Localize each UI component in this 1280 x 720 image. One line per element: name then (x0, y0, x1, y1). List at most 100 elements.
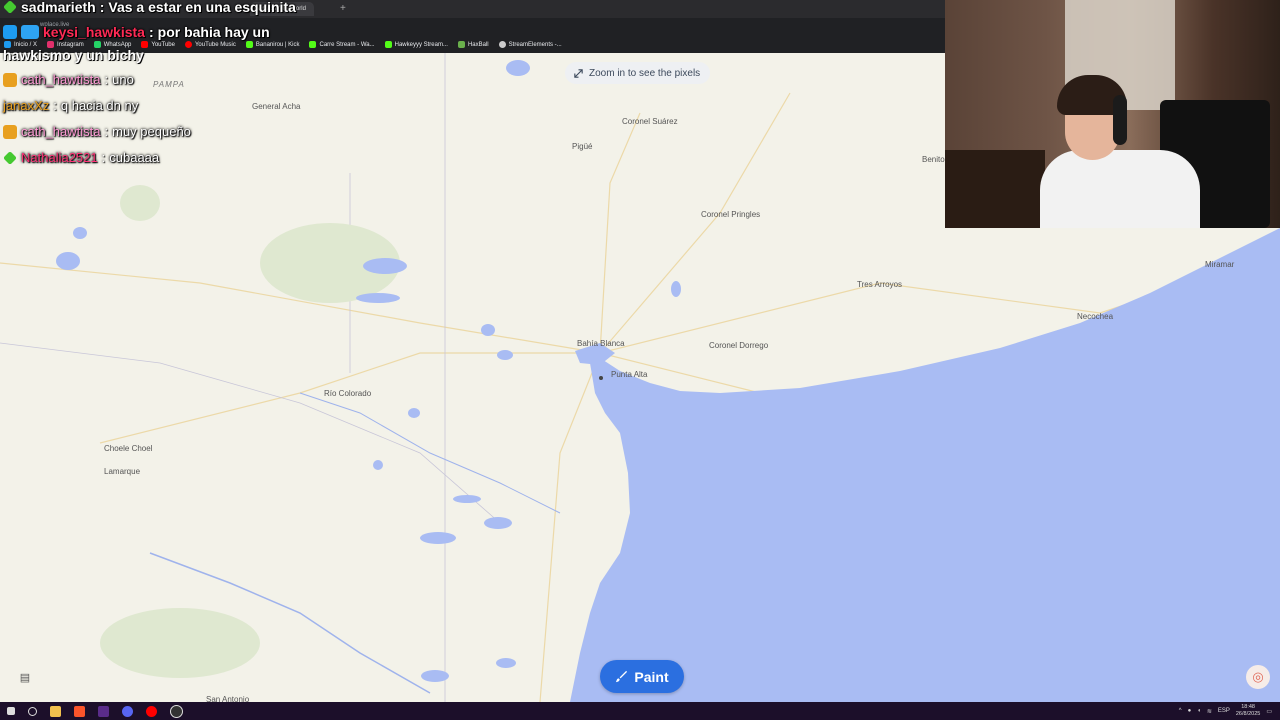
chat-message: sadmarieth: Vas a estar en una esquinita (3, 0, 296, 15)
chat-text: muy pequeño (112, 124, 191, 139)
obs-icon[interactable] (170, 704, 183, 718)
chat-separator: : (101, 150, 106, 165)
layers-icon: ▤ (19, 671, 31, 684)
zoom-in-icon (574, 68, 583, 78)
bookmark-label: YouTube (151, 41, 175, 48)
twitter-badge-icon (3, 25, 17, 39)
brush-icon (616, 670, 628, 683)
clock[interactable]: 18:48 26/8/2025 (1236, 704, 1260, 718)
place-general-acha: General Acha (252, 102, 301, 111)
youtube-music-icon (184, 41, 192, 48)
subscriber-badge-icon (3, 124, 17, 139)
chat-message: janaxXz: q hacia dn ny (3, 98, 138, 113)
chat-message: cath_hawtista: uno (3, 72, 134, 87)
bookmark-label: StreamElements -... (508, 41, 562, 48)
chat-separator: : (53, 98, 57, 113)
chat-text: q hacia dn ny (60, 98, 139, 113)
place-tres-arroyos: Tres Arroyos (857, 280, 903, 289)
place-coronel-pringles: Coronel Pringles (701, 210, 761, 219)
youtube-icon[interactable] (146, 705, 157, 717)
microphone-icon[interactable]: ● (1188, 708, 1192, 714)
zoom-hint-text: Zoom in to see the pixels (589, 67, 701, 79)
chat-message: keysi_hawkista: por bahia hay un (3, 24, 270, 40)
target-icon: ◎ (1252, 669, 1264, 684)
clock-date: 26/8/2025 (1235, 711, 1261, 717)
chat-separator: : (104, 124, 109, 139)
bookmark-youtube[interactable]: YouTube (141, 41, 175, 48)
bookmark-haxball[interactable]: HaxBall (457, 41, 489, 48)
place-coronel-dorrego: Coronel Dorrego (709, 341, 769, 350)
place-pigue: Pigüé (572, 142, 593, 151)
app-icon[interactable] (98, 705, 109, 717)
region-label: PAMPA (153, 80, 185, 89)
bookmark-kick-bananirou[interactable]: Bananirou | Kick (245, 41, 300, 48)
streamelements-icon (498, 41, 506, 48)
bookmark-label: YouTube Music (194, 41, 236, 48)
headset-icon (1113, 95, 1127, 145)
bookmark-label: Carre Stream - Wa... (319, 41, 375, 48)
bookmark-label: Bananirou | Kick (255, 41, 300, 48)
locate-button[interactable]: ◎ (1246, 665, 1270, 689)
chat-username: keysi_hawkista (43, 24, 145, 40)
webcam-streamer-shirt (1040, 150, 1200, 228)
subscriber-badge-icon (3, 0, 17, 14)
kick-icon (309, 41, 317, 48)
layers-button[interactable]: ▤ (14, 666, 36, 688)
chat-message: Nathalia2521: cubaaaa (3, 150, 159, 165)
chat-text: por bahia hay un (157, 24, 270, 40)
place-rio-colorado: Río Colorado (324, 389, 372, 398)
bookmark-label: HaxBall (467, 41, 489, 48)
brave-browser-icon[interactable] (74, 705, 85, 717)
place-bahia-blanca: Bahía Blanca (577, 339, 625, 348)
system-tray: ^ ● ◖ ≋ ESP 18:48 26/8/2025 ▭ (1179, 702, 1272, 720)
bookmark-streamelements[interactable]: StreamElements -... (498, 41, 562, 48)
wifi-icon[interactable]: ≋ (1207, 708, 1212, 715)
chat-separator: : (99, 0, 105, 15)
vip-badge-icon (21, 25, 39, 39)
bookmark-youtube-music[interactable]: YouTube Music (184, 41, 236, 48)
chat-username: Nathalia2521 (21, 150, 98, 165)
chat-username: janaxXz (3, 98, 50, 113)
new-tab-button[interactable]: + (340, 2, 346, 16)
chat-text: Vas a estar en una esquinita (108, 0, 296, 15)
webcam-overlay (945, 0, 1280, 228)
kick-icon (384, 41, 392, 48)
windows-start-icon[interactable] (7, 707, 15, 715)
place-coronel-suarez: Coronel Suárez (622, 117, 678, 126)
file-explorer-icon[interactable] (50, 705, 61, 717)
bookmark-carre-stream[interactable]: Carre Stream - Wa... (309, 41, 375, 48)
search-icon[interactable] (28, 706, 37, 716)
kick-icon (245, 41, 253, 48)
zoom-hint-pill[interactable]: Zoom in to see the pixels (565, 62, 711, 84)
paint-button-label: Paint (634, 668, 669, 685)
webcam-furniture (945, 150, 1045, 228)
subscriber-badge-icon (3, 150, 17, 165)
chevron-up-icon[interactable]: ^ (1179, 708, 1182, 714)
discord-icon[interactable] (122, 705, 133, 717)
place-lamarque: Lamarque (104, 467, 141, 476)
language-indicator[interactable]: ESP (1218, 708, 1230, 714)
chat-separator: : (104, 72, 109, 87)
volume-icon[interactable]: ◖ (1197, 708, 1201, 714)
place-necochea: Necochea (1077, 312, 1114, 321)
place-miramar: Miramar (1205, 260, 1235, 269)
taskbar: ^ ● ◖ ≋ ESP 18:48 26/8/2025 ▭ (0, 702, 1280, 720)
notifications-icon[interactable]: ▭ (1266, 708, 1272, 715)
clock-time: 18:48 (1241, 704, 1255, 710)
place-punta-alta: Punta Alta (611, 370, 648, 379)
chat-username: cath_hawtista (21, 72, 101, 87)
chat-text: uno (112, 72, 134, 87)
subscriber-badge-icon (3, 72, 17, 87)
chat-text: cubaaaa (109, 150, 160, 165)
paint-button[interactable]: Paint (600, 660, 684, 693)
chat-username: sadmarieth (21, 0, 96, 15)
chat-separator: : (148, 24, 154, 40)
bookmark-label: Hawkeyyy Stream... (394, 41, 448, 48)
place-benito: Benito (922, 155, 945, 164)
chat-text-wrapped: hawkismo y un bichy (3, 47, 144, 63)
place-choele-choel: Choele Choel (104, 444, 153, 453)
haxball-icon (457, 41, 465, 48)
chat-message: cath_hawtista: muy pequeño (3, 124, 191, 139)
bookmark-hawkeyyy-stream[interactable]: Hawkeyyy Stream... (384, 41, 448, 48)
chat-username: cath_hawtista (21, 124, 101, 139)
